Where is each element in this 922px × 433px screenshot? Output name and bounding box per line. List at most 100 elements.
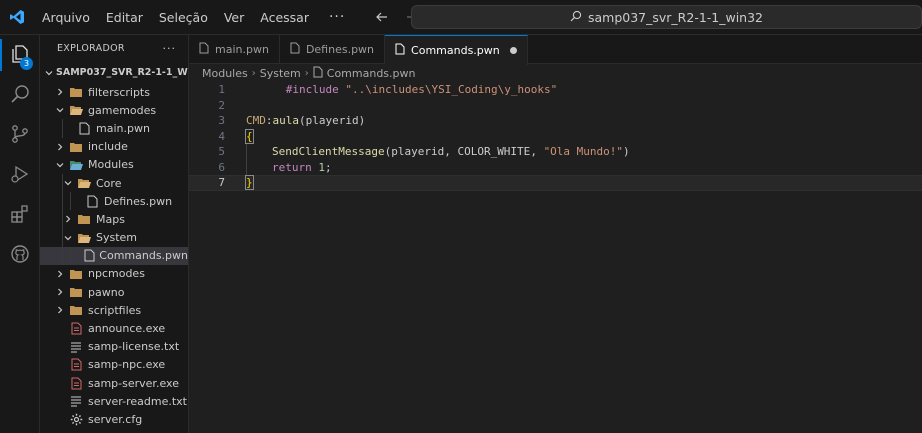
- file-icon: [395, 43, 405, 58]
- comma-token: ,: [444, 145, 458, 159]
- editor-tabs: main.pwn Defines.pwn Commands.pwn: [189, 35, 922, 65]
- return-keyword: return: [272, 160, 312, 174]
- tree-item-label: filterscripts: [88, 85, 150, 99]
- code-line: 6 return 1;: [189, 159, 922, 175]
- tree-item-announce-exe[interactable]: announce.exe: [40, 319, 188, 337]
- folder-icon: [68, 85, 84, 99]
- vscode-logo-icon: [0, 0, 34, 35]
- text-file-icon: [68, 394, 84, 408]
- tree-item-defines-pwn[interactable]: Defines.pwn: [40, 192, 188, 211]
- tree-item-label: server-readme.txt: [88, 394, 187, 408]
- chevron-down-icon: [54, 159, 66, 171]
- workspace-root[interactable]: SAMP037_SVR_R2-1-1_WIN32: [40, 62, 188, 83]
- tree-item-server-cfg[interactable]: server.cfg: [40, 410, 188, 428]
- code-line: 2: [189, 98, 922, 114]
- tree-item-label: System: [96, 231, 138, 245]
- folder-open-icon: [76, 231, 92, 245]
- run-debug-activity-button[interactable]: [0, 155, 40, 195]
- tree-item-filterscripts[interactable]: filterscripts: [40, 83, 188, 101]
- semicolon-token: ;: [325, 160, 332, 174]
- tree-item-label: pawno: [88, 285, 125, 299]
- tree-item-gamemodes[interactable]: gamemodes: [40, 101, 188, 119]
- exe-file-icon: [68, 358, 84, 372]
- menu-ver[interactable]: Ver: [216, 0, 252, 35]
- explorer-sidebar: EXPLORADOR ··· SAMP037_SVR_R2-1-1_WIN32 …: [40, 35, 189, 433]
- menu-more-button[interactable]: ···: [317, 9, 357, 25]
- back-arrow-icon[interactable]: [373, 8, 391, 26]
- folder-open-icon: [76, 176, 92, 190]
- menu-acessar[interactable]: Acessar: [252, 0, 317, 35]
- line-number: 6: [218, 160, 225, 174]
- tree-item-label: samp-npc.exe: [88, 358, 166, 372]
- code-line: 1 #include "..\includes\YSI_Coding\y_hoo…: [189, 82, 922, 98]
- extensions-icon: [9, 203, 31, 228]
- indent-guide: [246, 159, 247, 175]
- extensions-activity-button[interactable]: [0, 195, 40, 235]
- line-number: 3: [218, 114, 225, 128]
- tree-item-label: scriptfiles: [88, 303, 142, 317]
- line-number: 2: [218, 98, 225, 112]
- tree-item-label: announce.exe: [88, 322, 166, 336]
- comma-token: ,: [530, 145, 544, 159]
- chevron-right-icon: [54, 286, 66, 298]
- command-center-text: samp037_svr_R2-1-1_win32: [587, 9, 764, 25]
- menu-selecao[interactable]: Seleção: [151, 0, 216, 35]
- tree-item-system[interactable]: System: [40, 228, 188, 247]
- code-line: 4 {: [189, 128, 922, 145]
- command-center-search[interactable]: samp037_svr_R2-1-1_win32: [411, 5, 922, 29]
- gear-icon: [68, 412, 84, 426]
- chevron-right-icon: [54, 268, 66, 280]
- tree-item-samp-npc-exe[interactable]: samp-npc.exe: [40, 356, 188, 374]
- indent-guide: [246, 144, 247, 160]
- search-icon: [570, 10, 582, 25]
- include-directive: #include: [285, 83, 339, 97]
- tab-defines-pwn[interactable]: Defines.pwn: [280, 35, 386, 64]
- tree-item-server-readme-txt[interactable]: server-readme.txt: [40, 392, 188, 410]
- tab-label: Defines.pwn: [305, 43, 375, 56]
- tab-main-pwn[interactable]: main.pwn: [189, 35, 280, 64]
- tree-item-samp-license-txt[interactable]: samp-license.txt: [40, 338, 188, 356]
- search-icon: [9, 83, 31, 108]
- explorer-more-button[interactable]: ···: [163, 42, 177, 55]
- unsaved-dot-icon[interactable]: [509, 47, 517, 54]
- breadcrumb-modules[interactable]: Modules: [202, 67, 248, 80]
- paren-open: (: [299, 114, 306, 128]
- paren-close: ): [358, 114, 366, 128]
- tree-item-label: Commands.pwn: [99, 249, 188, 263]
- tree-item-main-pwn[interactable]: main.pwn: [40, 119, 188, 138]
- file-icon: [84, 249, 95, 263]
- tree-item-commands-pwn[interactable]: Commands.pwn: [40, 246, 188, 265]
- github-activity-button[interactable]: [0, 235, 40, 275]
- explorer-title: EXPLORADOR: [57, 43, 125, 54]
- tree-item-label: gamemodes: [88, 103, 157, 117]
- tree-item-include[interactable]: include: [40, 138, 188, 156]
- tree-item-label: Modules: [88, 158, 134, 172]
- tree-item-maps[interactable]: Maps: [40, 210, 188, 229]
- tree-item-npcmodes[interactable]: npcmodes: [40, 265, 188, 283]
- source-control-activity-button[interactable]: [0, 115, 40, 155]
- menu-editar[interactable]: Editar: [98, 0, 151, 35]
- tab-commands-pwn[interactable]: Commands.pwn: [385, 35, 528, 65]
- chevron-right-icon: [54, 86, 66, 98]
- line-number: 5: [218, 145, 225, 159]
- code-editor[interactable]: 1 #include "..\includes\YSI_Coding\y_hoo…: [189, 82, 922, 433]
- indent-guide: [70, 192, 71, 211]
- tree-item-pawno[interactable]: pawno: [40, 283, 188, 301]
- tree-item-core[interactable]: Core: [40, 173, 188, 193]
- run-debug-icon: [9, 163, 31, 188]
- tree-item-samp-server-exe[interactable]: samp-server.exe: [40, 374, 188, 392]
- folder-icon: [68, 267, 84, 281]
- search-activity-button[interactable]: [0, 75, 40, 115]
- github-icon: [9, 243, 31, 268]
- file-icon: [199, 42, 209, 57]
- indent-guide: [62, 246, 63, 265]
- tree-item-modules[interactable]: Modules: [40, 156, 188, 174]
- folder-icon: [68, 285, 84, 299]
- folder-icon: [76, 212, 92, 226]
- explorer-badge: 3: [20, 57, 33, 70]
- workspace-root-label: SAMP037_SVR_R2-1-1_WIN32: [56, 67, 188, 78]
- explorer-activity-button[interactable]: 3: [0, 35, 40, 75]
- tree-item-scriptfiles[interactable]: scriptfiles: [40, 301, 188, 319]
- menu-arquivo[interactable]: Arquivo: [34, 0, 98, 35]
- folder-icon: [68, 303, 84, 317]
